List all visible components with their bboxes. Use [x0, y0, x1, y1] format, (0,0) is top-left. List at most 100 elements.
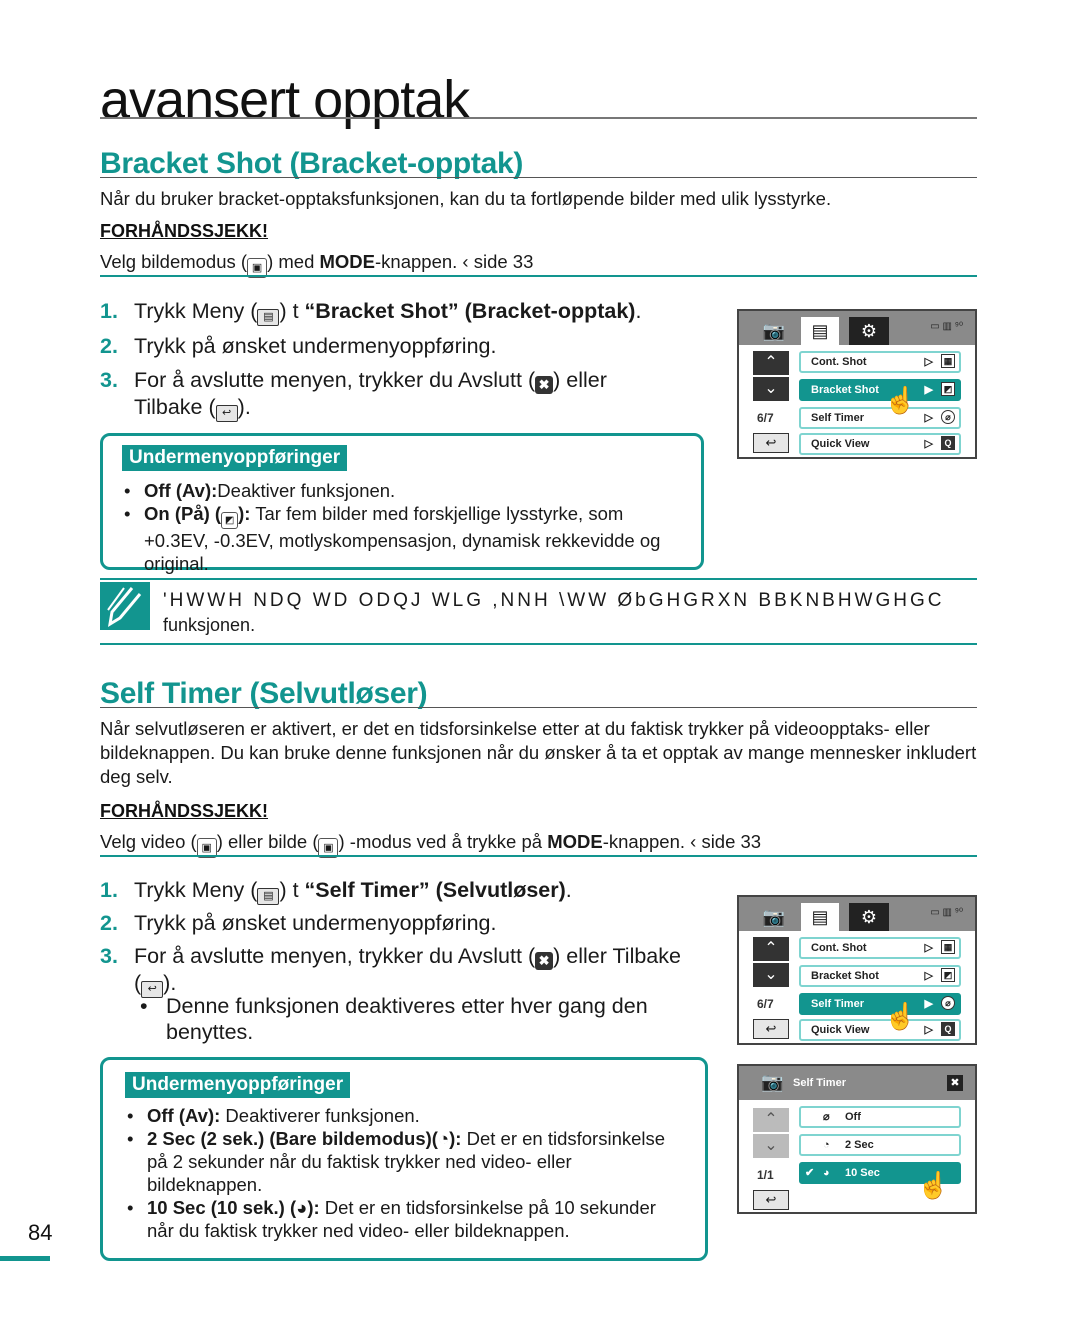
exit-icon: ✖ — [535, 376, 554, 394]
precheck-rule — [100, 855, 977, 857]
selftimer-step-2: 2. Trykk på ønsket undermenyoppføring. — [100, 910, 496, 936]
down-icon[interactable]: ⌄ — [753, 963, 789, 987]
precheck-text: ) eller bilde ( — [216, 831, 319, 852]
step-text: Trykk på ønsket undermenyoppføring. — [134, 334, 497, 358]
up-icon[interactable]: ⌃ — [753, 937, 789, 961]
hand-pointer-icon: ☝ — [884, 1001, 917, 1031]
screen-body: ⌃ ⌄ 6/7 ↩ Cont. Shot ▷ ▦ Bracket Shot ▶ ◩ Se… — [739, 345, 975, 457]
self-timer-icon: ⌀ — [941, 410, 955, 424]
item-label: Off (Av): — [147, 1105, 221, 1126]
item-label: ): — [449, 1128, 462, 1149]
submenu-title: Undermenyoppføringer — [125, 1072, 351, 1098]
option-2sec[interactable]: ◔ 2 Sec — [799, 1134, 961, 1156]
menu-item-bracket-shot[interactable]: Bracket Shot ▶ ◩ — [799, 379, 961, 401]
selftimer-bullet: • Denne funksjonen deaktiveres etter hver… — [134, 993, 674, 1045]
arrow-icon: ▶ — [924, 998, 933, 1010]
arrow-icon: ▷ — [924, 1024, 933, 1036]
step-bold: “Self Timer” (Selvutløser) — [304, 878, 566, 902]
camera-screen-selftimer-sub: 📷 Self Timer ✖ ⌃ ⌄ 1/1 ↩ ⌀ Off ◔ 2 Sec ✔ ◕ 1… — [737, 1064, 977, 1214]
step-number: 2. — [100, 334, 118, 358]
screen-body: ⌃ ⌄ 6/7 ↩ Cont. Shot ▷ ▦ Bracket Shot ▷ ◩ Se… — [739, 931, 975, 1043]
item-label: ): — [238, 503, 251, 524]
step-text: Trykk på ønsket undermenyoppføring. — [134, 911, 497, 935]
step-text: . — [635, 299, 642, 323]
page-indicator: 6/7 — [757, 997, 774, 1011]
item-label: 2 Sec (2 sek.) (Bare bildemodus)( — [147, 1128, 438, 1149]
camera-icon[interactable]: 📷 — [757, 903, 791, 931]
mode-label: MODE — [547, 831, 603, 852]
gear-icon[interactable]: ⚙ — [849, 317, 889, 345]
menu-item-cont-shot[interactable]: Cont. Shot ▷ ▦ — [799, 351, 961, 373]
menu-item-quick-view[interactable]: Quick View ▷ Q — [799, 1019, 961, 1041]
submenu-item-on: On (På) (◩): Tar fem bilder med forskjel… — [122, 502, 671, 575]
item-label: 10 Sec (10 sek.) ( — [147, 1197, 297, 1218]
precheck-title: FORHÅNDSSJEKK! — [100, 801, 269, 821]
arrow-icon: ▷ — [924, 942, 933, 954]
back-button[interactable]: ↩ — [753, 1019, 789, 1039]
back-button[interactable]: ↩ — [753, 433, 789, 453]
back-button[interactable]: ↩ — [753, 1190, 789, 1210]
arrow-icon: ▷ — [924, 356, 933, 368]
down-icon[interactable]: ⌄ — [753, 377, 789, 401]
bracket-shot-icon: ◩ — [941, 968, 955, 982]
note-pencil-icon — [100, 582, 150, 630]
item-label: Off (Av): — [144, 480, 218, 501]
close-icon[interactable]: ✖ — [947, 1075, 963, 1091]
page-indicator: 1/1 — [757, 1168, 774, 1182]
menu-tab-icon[interactable]: ▤ — [801, 317, 839, 345]
bracket-step-3: 3. For å avslutte menyen, trykker du Avsl… — [100, 367, 607, 422]
up-icon[interactable]: ⌃ — [753, 351, 789, 375]
timer-10sec-icon: ◕ — [296, 1197, 308, 1218]
arrow-icon: ▶ — [924, 384, 933, 396]
menu-item-label: Cont. Shot — [811, 942, 867, 954]
menu-item-label: Cont. Shot — [811, 356, 867, 368]
chapter-title: avansert opptak — [100, 70, 470, 130]
step-number: 3. — [100, 944, 118, 968]
timer-2sec-icon: ◔ — [437, 1128, 450, 1149]
cont-shot-icon: ▦ — [941, 354, 955, 368]
bracket-shot-icon: ◩ — [221, 512, 239, 529]
menu-item-label: Quick View — [811, 438, 870, 450]
note-top-rule — [100, 578, 977, 580]
menu-item-cont-shot[interactable]: Cont. Shot ▷ ▦ — [799, 937, 961, 959]
menu-item-self-timer[interactable]: Self Timer ▷ ⌀ — [799, 407, 961, 429]
menu-item-bracket-shot[interactable]: Bracket Shot ▷ ◩ — [799, 965, 961, 987]
step-text: ) eller Tilbake — [553, 944, 681, 968]
precheck-text: ) -modus ved å trykke på — [338, 831, 548, 852]
precheck-title: FORHÅNDSSJEKK! — [100, 221, 269, 241]
arrow-icon: ▷ — [924, 970, 933, 982]
option-off[interactable]: ⌀ Off — [799, 1106, 961, 1128]
menu-item-label: Quick View — [811, 1024, 870, 1036]
item-label: ): — [307, 1197, 320, 1218]
down-icon[interactable]: ⌄ — [753, 1134, 789, 1158]
quick-view-icon: Q — [941, 1022, 955, 1036]
self-timer-icon: ⌀ — [941, 996, 955, 1010]
menu-item-self-timer[interactable]: Self Timer ▶ ⌀ — [799, 993, 961, 1015]
status-icons: ▭ ▥ ⁹⁰ — [930, 321, 963, 332]
up-icon[interactable]: ⌃ — [753, 1108, 789, 1132]
mode-label: MODE — [319, 251, 376, 272]
item-label: On (På) ( — [144, 503, 222, 524]
check-icon: ✔ — [805, 1167, 815, 1179]
selftimer-step-3: 3. For å avslutte menyen, trykker du Avsl… — [100, 943, 681, 998]
arrow-icon: ▷ — [924, 438, 933, 450]
menu-item-quick-view[interactable]: Quick View ▷ Q — [799, 433, 961, 455]
menu-icon: ▤ — [257, 309, 280, 326]
step-text: ( — [134, 971, 142, 995]
screen-header: 📷 Self Timer ✖ — [739, 1066, 975, 1100]
menu-item-label: Bracket Shot — [811, 384, 879, 396]
step-number: 2. — [100, 911, 118, 935]
camera-icon[interactable]: 📷 — [757, 317, 791, 345]
camera-screen-selftimer-menu: 📷 ▤ ⚙ ▭ ▥ ⁹⁰ ⌃ ⌄ 6/7 ↩ Cont. Shot ▷ ▦ Brac… — [737, 895, 977, 1045]
bracket-step-1: 1. Trykk Meny (▤) t “Bracket Shot” (Brack… — [100, 298, 641, 326]
submenu-item-off: Off (Av):Deaktiver funksjonen. — [122, 479, 671, 502]
hand-pointer-icon: ☝ — [884, 385, 917, 415]
bracket-step-2: 2. Trykk på ønsket undermenyoppføring. — [100, 333, 496, 359]
step-text: . — [565, 878, 572, 902]
menu-tab-icon[interactable]: ▤ — [801, 903, 839, 931]
step-text: ) t — [279, 878, 305, 902]
hand-pointer-icon: ☝ — [917, 1170, 950, 1200]
gear-icon[interactable]: ⚙ — [849, 903, 889, 931]
option-label: 2 Sec — [845, 1139, 874, 1151]
item-desc: Deaktiverer funksjonen. — [220, 1105, 420, 1126]
